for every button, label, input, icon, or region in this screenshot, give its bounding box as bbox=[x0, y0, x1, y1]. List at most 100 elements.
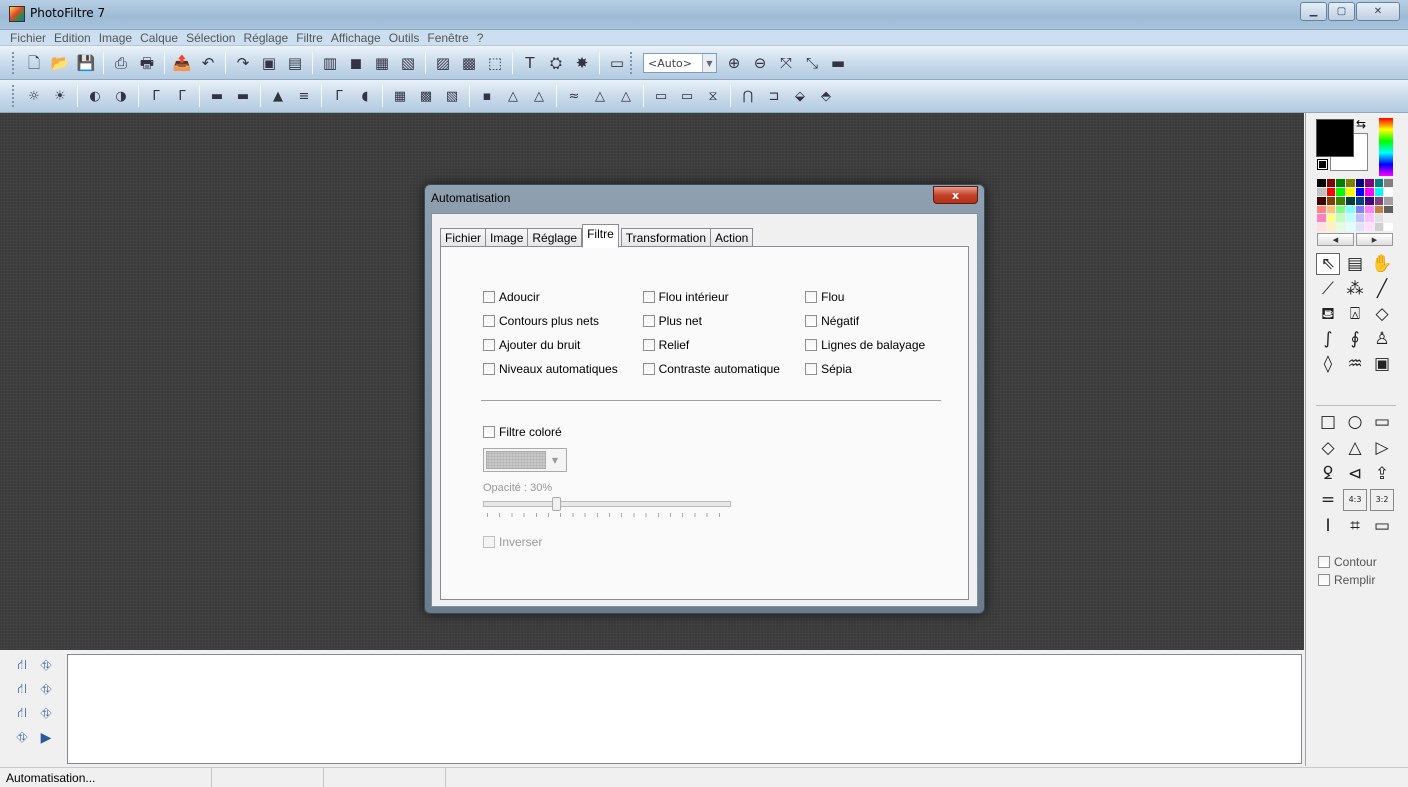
scan-icon[interactable]: ⎙ bbox=[110, 52, 132, 74]
sharpen-icon[interactable]: ▪ bbox=[476, 85, 498, 107]
color-swatch[interactable] bbox=[1374, 223, 1384, 231]
opacity-slider[interactable] bbox=[483, 497, 731, 511]
auto-contrast-icon[interactable]: ◖ bbox=[354, 85, 376, 107]
menu-affichage[interactable]: Affichage bbox=[327, 30, 385, 45]
triangle-icon[interactable]: △ bbox=[1343, 437, 1367, 459]
tab-filtre[interactable]: Filtre bbox=[582, 224, 619, 248]
checkbox[interactable] bbox=[642, 315, 655, 327]
option-flou-interieur[interactable]: Flou intérieur bbox=[642, 290, 806, 304]
save-icon[interactable]: 💾 bbox=[75, 52, 97, 74]
checkbox[interactable] bbox=[483, 291, 495, 303]
option-contraste-automatique[interactable]: Contraste automatique bbox=[642, 362, 806, 376]
color-picker-dropdown[interactable]: ▼ bbox=[483, 448, 567, 472]
undo-icon[interactable]: ↶ bbox=[197, 52, 219, 74]
new-icon[interactable]: 🗋 bbox=[23, 52, 45, 74]
rectangle-icon[interactable]: □ bbox=[1316, 411, 1340, 433]
color-swatch[interactable] bbox=[1365, 223, 1374, 231]
option-flou[interactable]: Flou bbox=[805, 290, 943, 304]
fit-window-icon[interactable]: ⤡ bbox=[801, 52, 823, 74]
chevron-down-icon[interactable]: ▼ bbox=[702, 54, 716, 72]
menu-fentre[interactable]: Fenêtre bbox=[423, 30, 472, 45]
clone-stamp-icon[interactable]: ♙ bbox=[1370, 328, 1394, 350]
contrast-plus-icon[interactable]: ◑ bbox=[110, 85, 132, 107]
fit-icon[interactable]: ▩ bbox=[458, 52, 480, 74]
checkbox[interactable] bbox=[642, 339, 655, 351]
tab-rglage[interactable]: Réglage bbox=[527, 228, 583, 248]
triangle-outline-icon[interactable]: △ bbox=[615, 85, 637, 107]
color-swatch[interactable] bbox=[1345, 223, 1355, 231]
color-swatch[interactable] bbox=[1345, 196, 1355, 205]
tab-action[interactable]: Action bbox=[710, 228, 754, 248]
line-icon[interactable]: ╱ bbox=[1370, 278, 1394, 300]
open-selection-icon[interactable]: ⇪ bbox=[1370, 463, 1394, 485]
print-icon[interactable]: 🖶 bbox=[136, 52, 158, 74]
checkbox[interactable] bbox=[483, 339, 495, 351]
zoom-in-icon[interactable]: ⊕ bbox=[723, 52, 745, 74]
inverser-checkbox[interactable] bbox=[483, 536, 495, 548]
color-swatch[interactable] bbox=[1374, 179, 1384, 187]
color-swatch[interactable] bbox=[1336, 223, 1345, 231]
color-swatch[interactable] bbox=[1317, 223, 1326, 231]
arrow-icon[interactable]: ▷ bbox=[1370, 437, 1394, 459]
color-swatch[interactable] bbox=[1355, 214, 1365, 223]
drop-icon[interactable]: △ bbox=[502, 85, 524, 107]
triangle-icon[interactable]: △ bbox=[589, 85, 611, 107]
grid-select-icon[interactable]: ⌗ bbox=[1343, 515, 1367, 537]
foreground-color[interactable] bbox=[1316, 119, 1354, 157]
eyedropper-icon[interactable]: ⟋ bbox=[1316, 278, 1340, 300]
open-icon[interactable]: 📂 bbox=[49, 52, 71, 74]
color-swatch[interactable] bbox=[1336, 196, 1345, 205]
mask-icon[interactable]: ⊐ bbox=[763, 85, 785, 107]
stamp-icon[interactable]: ⛭ bbox=[545, 52, 567, 74]
color-swatch[interactable] bbox=[1345, 214, 1355, 223]
layer-thumb-icon[interactable]: ⛗ bbox=[12, 728, 32, 748]
selection-icon[interactable]: ⬚ bbox=[484, 52, 506, 74]
color-swatch[interactable] bbox=[1336, 214, 1345, 223]
menu-rglage[interactable]: Réglage bbox=[239, 30, 292, 45]
color-swatch[interactable] bbox=[1326, 205, 1336, 214]
paste-as-image-icon[interactable]: ▤ bbox=[284, 52, 306, 74]
brightness-plus-icon[interactable]: ☀ bbox=[49, 85, 71, 107]
color-swatch[interactable] bbox=[1345, 187, 1355, 196]
color-swatch[interactable] bbox=[1317, 205, 1326, 214]
tab-transformation[interactable]: Transformation bbox=[620, 228, 711, 248]
grid-icon[interactable]: ▦ bbox=[389, 85, 411, 107]
gamma-plus-icon[interactable]: Γ bbox=[171, 85, 193, 107]
color-swatch[interactable] bbox=[1317, 187, 1326, 196]
brush-icon[interactable]: ∫ bbox=[1316, 328, 1340, 350]
color-swatch[interactable] bbox=[1317, 179, 1326, 187]
menu-outils[interactable]: Outils bbox=[385, 30, 424, 45]
color-swatch[interactable] bbox=[1355, 179, 1365, 187]
contour-option[interactable]: Contour bbox=[1318, 553, 1377, 571]
text-effect-icon[interactable]: ⋂ bbox=[737, 85, 759, 107]
checkbox[interactable] bbox=[483, 315, 495, 327]
diamond-icon[interactable]: ◇ bbox=[1316, 437, 1340, 459]
export-icon[interactable]: 📤 bbox=[171, 52, 193, 74]
layer-move-icon[interactable]: ▤ bbox=[1343, 253, 1367, 275]
crop-icon[interactable]: ▨ bbox=[432, 52, 454, 74]
color-swatch[interactable] bbox=[1355, 223, 1365, 231]
gamma-minus-icon[interactable]: Γ bbox=[145, 85, 167, 107]
remplir-option[interactable]: Remplir bbox=[1318, 571, 1377, 589]
effects-icon[interactable]: ✸ bbox=[571, 52, 593, 74]
paste-layer-icon[interactable]: ▥ bbox=[319, 52, 341, 74]
transparency-icon[interactable]: ▧ bbox=[397, 52, 419, 74]
layer-select-icon[interactable]: ⛗ bbox=[36, 704, 56, 724]
contour-checkbox[interactable] bbox=[1318, 556, 1330, 568]
magic-wand-icon[interactable]: ⁂ bbox=[1343, 278, 1367, 300]
color-swatch[interactable] bbox=[1355, 205, 1365, 214]
menu-image[interactable]: Image bbox=[95, 30, 136, 45]
checkbox[interactable] bbox=[642, 291, 655, 303]
color-swatch[interactable] bbox=[1384, 205, 1393, 214]
menu-?[interactable]: ? bbox=[473, 30, 488, 45]
color-swatch[interactable] bbox=[1374, 205, 1384, 214]
color-swatch[interactable] bbox=[1317, 214, 1326, 223]
checkbox[interactable] bbox=[805, 291, 818, 303]
option-negatif[interactable]: Négatif bbox=[805, 314, 943, 328]
color-swatch[interactable] bbox=[1384, 187, 1393, 196]
actual-size-icon[interactable]: ⤧ bbox=[775, 52, 797, 74]
card-icon[interactable]: ▭ bbox=[1370, 515, 1394, 537]
color-swatch[interactable] bbox=[1326, 223, 1336, 231]
transform-icon[interactable]: ⧖ bbox=[702, 85, 724, 107]
paste-icon[interactable]: ▣ bbox=[258, 52, 280, 74]
